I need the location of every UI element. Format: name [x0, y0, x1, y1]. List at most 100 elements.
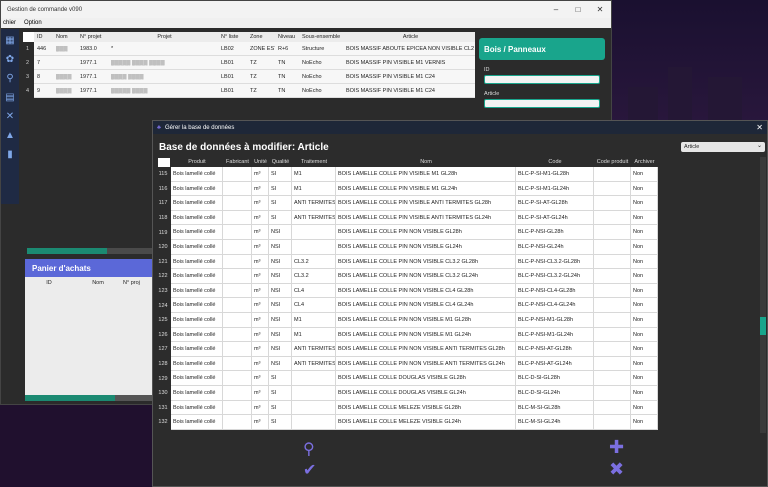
cell-article[interactable]: BOIS MASSIF PIN VISIBLE M1 C24 [343, 88, 475, 94]
row-number[interactable]: 130 [155, 390, 171, 396]
field-id-input[interactable] [484, 75, 600, 84]
settings-icon[interactable]: ✿ [4, 54, 16, 66]
row-number[interactable]: 117 [155, 200, 171, 206]
cell-article[interactable]: BOIS MASSIF ABOUTE EPICEA NON VISIBLE CL… [343, 46, 475, 52]
row-number[interactable]: 128 [155, 361, 171, 367]
cell-nom[interactable]: BOIS LAMELLE COLLE PIN VISIBLE ANTI TERM… [336, 210, 516, 226]
grid-icon[interactable]: ▦ [4, 35, 16, 47]
cell-archiver[interactable]: Non [631, 210, 658, 226]
cell-archiver[interactable]: Non [631, 312, 658, 328]
col-projet-no[interactable]: N° projet [77, 34, 108, 40]
search-icon[interactable]: ⚲ [4, 73, 16, 85]
cell-fabricant[interactable] [223, 298, 252, 313]
cell-fabricant[interactable] [223, 385, 252, 401]
cell-traitement[interactable]: M1 [292, 181, 336, 197]
cell-produit[interactable]: Bois lamellé collé [171, 225, 223, 240]
cell-traitement[interactable]: CL4 [292, 298, 336, 313]
row-number[interactable]: 121 [155, 259, 171, 265]
row-number[interactable]: 124 [155, 303, 171, 309]
delete-icon[interactable]: ✖ [609, 459, 624, 480]
cell-traitement[interactable] [292, 400, 336, 416]
cell-traitement[interactable]: M1 [292, 312, 336, 328]
cell-code-produit[interactable] [594, 196, 631, 211]
excel-icon[interactable]: ✕ [4, 111, 16, 123]
cell-produit[interactable]: Bois lamellé collé [171, 400, 223, 416]
cell-produit[interactable]: Bois lamellé collé [171, 181, 223, 197]
cell-produit[interactable]: Bois lamellé collé [171, 385, 223, 401]
cell-archiver[interactable]: Non [631, 254, 658, 270]
cell-nom[interactable]: ▒▒▒▒ [53, 88, 77, 94]
cell-qualite[interactable]: NSI [269, 283, 292, 299]
cell-nom[interactable]: BOIS LAMELLE COLLE PIN NON VISIBLE CL4 G… [336, 298, 516, 313]
cell-code[interactable]: BLC-P-SI-M1-GL28h [516, 167, 594, 182]
cell-produit[interactable]: Bois lamellé collé [171, 371, 223, 386]
cell-unite[interactable]: m³ [252, 385, 269, 401]
cell-unite[interactable]: m³ [252, 400, 269, 416]
cell-code[interactable]: BLC-P-NSI-AT-GL28h [516, 342, 594, 357]
cell-projet-no[interactable]: 1977.1 [77, 88, 108, 94]
header-corner[interactable] [23, 32, 34, 42]
dialog-close-button[interactable]: ✕ [756, 123, 763, 132]
cell-fabricant[interactable] [223, 225, 252, 240]
cell-liste[interactable]: LB01 [218, 88, 247, 94]
cell-qualite[interactable]: NSI [269, 327, 292, 343]
cell-unite[interactable]: m³ [252, 371, 269, 386]
add-icon[interactable]: ✚ [609, 437, 624, 458]
cell-qualite[interactable]: SI [269, 181, 292, 197]
cell-produit[interactable]: Bois lamellé collé [171, 269, 223, 284]
cell-code-produit[interactable] [594, 210, 631, 226]
cell-nom[interactable]: BOIS LAMELLE COLLE PIN NON VISIBLE GL28h [336, 225, 516, 240]
cell-nom[interactable]: BOIS LAMELLE COLLE DOUGLAS VISIBLE GL28h [336, 371, 516, 386]
cell-unite[interactable]: m³ [252, 283, 269, 299]
cell-nom[interactable]: BOIS LAMELLE COLLE PIN NON VISIBLE CL3.2… [336, 269, 516, 284]
cell-projet[interactable]: ▒▒▒▒▒ ▒▒▒▒ [108, 88, 218, 94]
cell-code[interactable]: BLC-P-NSI-M1-GL28h [516, 312, 594, 328]
cell-nom[interactable]: BOIS LAMELLE COLLE PIN NON VISIBLE ANTI … [336, 356, 516, 372]
cell-liste[interactable]: LB01 [218, 74, 247, 80]
table-row[interactable]: 2 7 1977.1 ▒▒▒▒▒ ▒▒▒▒ ▒▒▒▒ LB01 TZ TN NoEcho BOI… [23, 55, 475, 70]
cell-sous-ensemble[interactable]: NoEcho [299, 74, 343, 80]
cell-code[interactable]: BLC-P-NSI-M1-GL24h [516, 327, 594, 343]
cell-fabricant[interactable] [223, 415, 252, 430]
cell-zone[interactable]: TZ [247, 88, 275, 94]
col-fabricant[interactable]: Fabricant [223, 159, 252, 165]
cell-unite[interactable]: m³ [252, 225, 269, 240]
cell-sous-ensemble[interactable]: Structure [299, 46, 343, 52]
close-button[interactable]: ✕ [589, 5, 611, 14]
cell-qualite[interactable]: SI [269, 196, 292, 211]
cell-qualite[interactable]: NSI [269, 298, 292, 313]
cell-nom[interactable]: ▒▒▒▒ [53, 74, 77, 80]
grid-vscrollbar[interactable] [760, 157, 766, 433]
cell-sous-ensemble[interactable]: NoEcho [299, 88, 343, 94]
col-unite[interactable]: Unité [252, 159, 269, 165]
menu-fichier[interactable]: chier [3, 20, 16, 26]
cell-code[interactable]: BLC-P-NSI-CL4-GL24h [516, 298, 594, 313]
cell-traitement[interactable]: CL4 [292, 283, 336, 299]
scroll-thumb[interactable] [25, 395, 115, 401]
col-archiver[interactable]: Archiver [631, 159, 658, 165]
cell-code[interactable]: BLC-P-NSI-GL24h [516, 239, 594, 255]
table-row[interactable]: 131 Bois lamellé collé m³ SI BOIS LAMELLE CO… [155, 400, 762, 416]
col-zone[interactable]: Zone [247, 34, 275, 40]
scroll-thumb[interactable] [760, 317, 766, 335]
cell-qualite[interactable]: NSI [269, 254, 292, 270]
row-index[interactable]: 2 [23, 55, 34, 70]
cell-code[interactable]: BLC-P-NSI-AT-GL24h [516, 356, 594, 372]
cell-projet-no[interactable]: 1977.1 [77, 60, 108, 66]
cell-zone[interactable]: ZONE EST [247, 46, 275, 52]
cell-code[interactable]: BLC-M-SI-GL24h [516, 415, 594, 430]
cell-archiver[interactable]: Non [631, 342, 658, 357]
cell-code-produit[interactable] [594, 239, 631, 255]
cell-nom[interactable]: BOIS LAMELLE COLLE MELEZE VISIBLE GL28h [336, 400, 516, 416]
cell-fabricant[interactable] [223, 167, 252, 182]
cell-traitement[interactable]: ANTI TERMITES [292, 196, 336, 211]
table-row[interactable]: 124 Bois lamellé collé m³ NSI CL4 BOIS LAMELL… [155, 298, 762, 313]
cell-qualite[interactable]: NSI [269, 356, 292, 372]
cell-produit[interactable]: Bois lamellé collé [171, 415, 223, 430]
cell-unite[interactable]: m³ [252, 254, 269, 270]
cell-code-produit[interactable] [594, 269, 631, 284]
col-article[interactable]: Article [343, 34, 475, 40]
row-number[interactable]: 131 [155, 405, 171, 411]
cell-nom[interactable]: BOIS LAMELLE COLLE PIN VISIBLE ANTI TERM… [336, 196, 516, 211]
cell-traitement[interactable]: ANTI TERMITES [292, 342, 336, 357]
